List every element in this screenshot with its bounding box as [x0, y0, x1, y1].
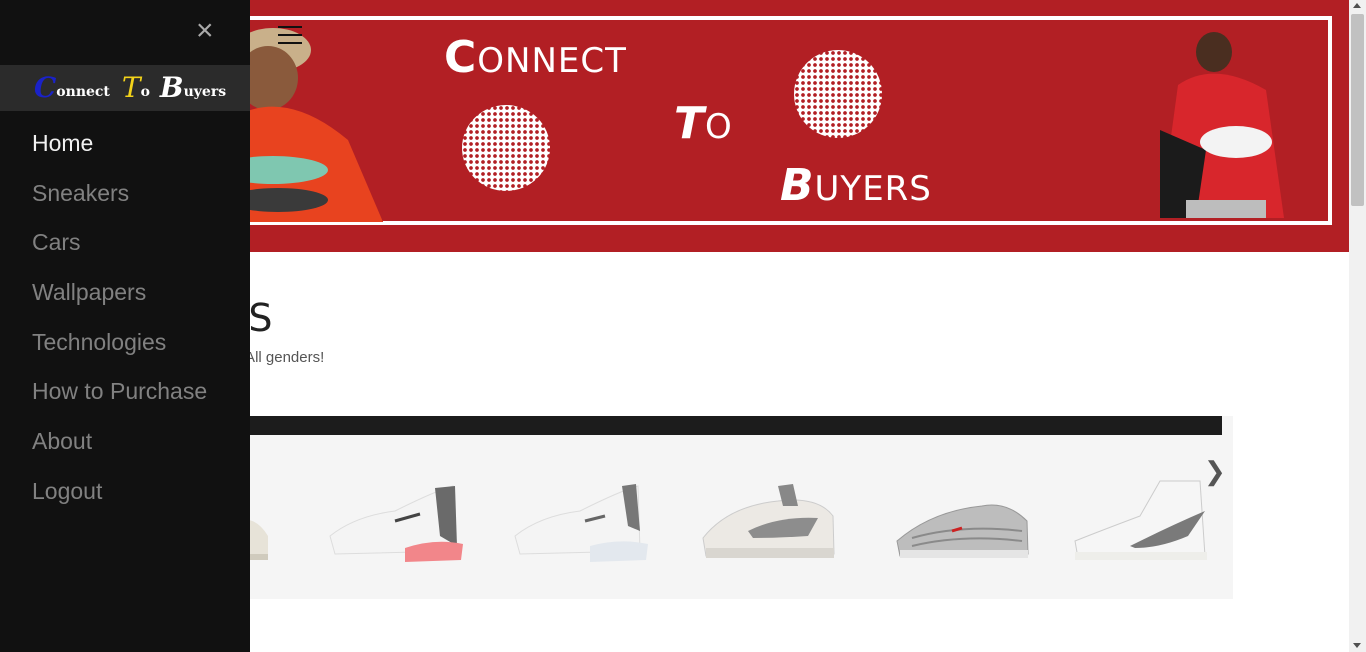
sneaker-thumbnail[interactable]: [1070, 476, 1210, 566]
sidebar-item-home[interactable]: Home: [32, 128, 207, 178]
halftone-circle-decoration: [462, 105, 550, 191]
sneaker-thumbnail[interactable]: [510, 476, 650, 566]
banner-word-connect: CONNECT: [444, 32, 627, 83]
sidebar-item-how-to-purchase[interactable]: How to Purchase: [32, 376, 207, 426]
banner-person-right-image: [1160, 32, 1284, 218]
sidebar-item-sneakers[interactable]: Sneakers: [32, 178, 207, 228]
halftone-circle-decoration: [794, 50, 882, 138]
banner-word-to: TO: [674, 98, 733, 149]
sidebar-item-logout[interactable]: Logout: [32, 476, 207, 526]
sneaker-thumbnail[interactable]: [892, 476, 1032, 566]
scrollbar-thumb[interactable]: [1351, 14, 1364, 206]
page: CONNECT TO BUYERS KERS neakers here. All…: [0, 0, 1366, 652]
banner-person-left-image: [238, 20, 383, 222]
carousel-header-bar: [160, 416, 1222, 435]
close-icon[interactable]: ×: [196, 16, 214, 46]
brand-logo[interactable]: Connect To Buyers: [34, 71, 226, 104]
sneaker-thumbnail[interactable]: [325, 476, 465, 566]
menu-icon[interactable]: [278, 26, 302, 46]
sneaker-carousel: ❯: [160, 416, 1233, 599]
scroll-up-icon[interactable]: [1353, 3, 1361, 8]
sidebar-menu: Home Sneakers Cars Wallpapers Technologi…: [32, 128, 207, 526]
sidebar-item-cars[interactable]: Cars: [32, 227, 207, 277]
sneaker-thumbnail[interactable]: [698, 476, 838, 566]
sidebar-nav: × Connect To Buyers Home Sneakers Cars W…: [0, 0, 250, 652]
vertical-scrollbar[interactable]: [1349, 0, 1366, 652]
sidebar-item-wallpapers[interactable]: Wallpapers: [32, 277, 207, 327]
sidebar-item-about[interactable]: About: [32, 426, 207, 476]
logo-strip: Connect To Buyers: [0, 65, 250, 111]
scroll-down-icon[interactable]: [1353, 643, 1361, 648]
banner-word-buyers: BUYERS: [780, 160, 932, 211]
sidebar-item-technologies[interactable]: Technologies: [32, 327, 207, 377]
